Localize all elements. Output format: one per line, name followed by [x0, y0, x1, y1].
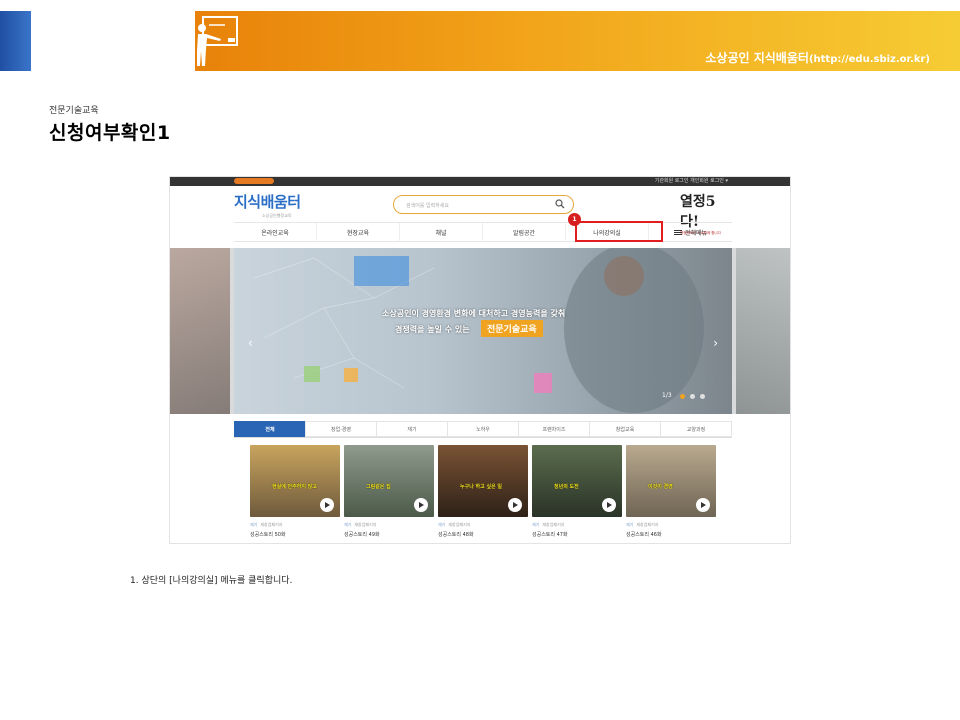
meta-category: 재기 [532, 522, 540, 527]
video-meta: 재기 재창업패키지 [532, 522, 622, 528]
tab-liberal-arts[interactable]: 교양과정 [660, 421, 732, 437]
video-card[interactable]: 이것이 경영 재기 재창업패키지 성공스토리 46화 [626, 445, 716, 543]
header-band: 소상공인 지식배움터(http://edu.sbiz.or.kr) [195, 11, 960, 71]
video-meta: 재기 재창업패키지 [250, 522, 340, 528]
site-url-text: (http://edu.sbiz.or.kr) [808, 54, 930, 65]
login-links[interactable]: 기관회원 로그인 개인회원 로그인 ▾ [655, 177, 728, 186]
slogan-banner: 열정5다! 행정행복이 나와함께 합니다 [680, 191, 732, 235]
meta-tag: 재창업패키지 [636, 522, 659, 527]
video-title[interactable]: 성공스토리 50화 [250, 531, 340, 538]
video-thumbnail[interactable]: 이것이 경영 [626, 445, 716, 517]
video-title[interactable]: 성공스토리 46화 [626, 531, 716, 538]
video-meta: 재기 재창업패키지 [626, 522, 716, 528]
play-icon[interactable] [602, 498, 616, 512]
tab-knowhow[interactable]: 노하우 [447, 421, 518, 437]
meta-category: 재기 [626, 522, 634, 527]
thumbnail-caption: 누구나 하고 싶은 일 [460, 484, 503, 490]
carousel-prev-icon[interactable]: ‹ [248, 336, 253, 350]
carousel-pager: 1/3 [662, 392, 672, 399]
video-thumbnail[interactable]: 현실에 안주하지 않고 [250, 445, 340, 517]
callout-number-badge: 1 [568, 213, 581, 226]
category-tabs: 전체 창업·경영 재기 노하우 프랜차이즈 창업교육 교양과정 [234, 421, 732, 438]
carousel-dot-2[interactable] [690, 394, 695, 399]
play-icon[interactable] [508, 498, 522, 512]
video-thumbnail[interactable]: 청년의 도전 [532, 445, 622, 517]
carousel-dot-1[interactable] [680, 394, 685, 399]
thumbnail-caption: 현실에 안주하지 않고 [272, 484, 317, 490]
nav-all-menu-label: 전체메뉴 [684, 230, 708, 237]
meta-tag: 재창업패키지 [542, 522, 565, 527]
video-card[interactable]: 누구나 하고 싶은 일 재기 재창업패키지 성공스토리 48화 [438, 445, 528, 543]
nav-channel[interactable]: 채널 [400, 223, 483, 242]
meta-category: 재기 [250, 522, 258, 527]
tab-startup-management[interactable]: 창업·경영 [305, 421, 376, 437]
hero-prev-slide-image [170, 248, 230, 414]
video-card-list: 현실에 안주하지 않고 재기 재창업패키지 성공스토리 50화 그림같은 집 재기… [250, 445, 740, 543]
video-meta: 재기 재창업패키지 [438, 522, 528, 528]
utility-bar: 기관회원 로그인 개인회원 로그인 ▾ [170, 177, 790, 186]
nav-field-education[interactable]: 현장교육 [317, 223, 400, 242]
tab-franchise[interactable]: 프랜차이즈 [518, 421, 589, 437]
site-title-text: 소상공인 지식배움터 [705, 51, 809, 65]
video-thumbnail[interactable]: 누구나 하고 싶은 일 [438, 445, 528, 517]
tab-startup-education[interactable]: 창업교육 [589, 421, 660, 437]
hero-slide[interactable]: 소상공인이 경영환경 변화에 대처하고 경영능력을 갖춰 경쟁력을 높일 수 있… [234, 248, 732, 414]
search-input[interactable]: 검색어를 입력하세요 [393, 195, 574, 214]
partner-logo [234, 178, 274, 184]
slide-category: 전문기술교육 [49, 106, 99, 116]
tab-all[interactable]: 전체 [234, 421, 305, 437]
meta-category: 재기 [438, 522, 446, 527]
video-title[interactable]: 성공스토리 49화 [344, 531, 434, 538]
logo-name: 지식배움터 [234, 193, 301, 211]
video-card[interactable]: 청년의 도전 재기 재창업패키지 성공스토리 47화 [532, 445, 622, 543]
hero-headline-line1: 소상공인이 경영환경 변화에 대처하고 경영능력을 갖춰 [382, 309, 566, 318]
search-placeholder: 검색어를 입력하세요 [406, 203, 449, 209]
play-icon[interactable] [414, 498, 428, 512]
header-blue-accent [0, 11, 31, 71]
slide-title: 신청여부확인1 [49, 122, 171, 144]
step-instruction: 1. 상단의 [나의강의실] 메뉴를 클릭합니다. [130, 576, 293, 586]
teacher-board-icon [197, 16, 238, 66]
thumbnail-caption: 그림같은 집 [366, 484, 391, 490]
nav-my-classroom[interactable]: 나의강의실 [566, 223, 649, 242]
main-nav: 온라인교육 현장교육 채널 알림공간 나의강의실 전체메뉴 [234, 222, 732, 242]
meta-tag: 재창업패키지 [448, 522, 471, 527]
meta-tag: 재창업패키지 [260, 522, 283, 527]
logo-subtitle: 소상공인행정교육 [262, 213, 292, 218]
video-meta: 재기 재창업패키지 [344, 522, 434, 528]
nav-notice-space[interactable]: 알림공간 [483, 223, 566, 242]
website-screenshot: 기관회원 로그인 개인회원 로그인 ▾ 지식배움터 소상공인행정교육 검색어를 … [169, 176, 791, 544]
hero-next-slide-image [736, 248, 790, 414]
video-title[interactable]: 성공스토리 47화 [532, 531, 622, 538]
nav-online-education[interactable]: 온라인교육 [234, 223, 317, 242]
carousel-dot-3[interactable] [700, 394, 705, 399]
video-thumbnail[interactable]: 그림같은 집 [344, 445, 434, 517]
tab-restart[interactable]: 재기 [376, 421, 447, 437]
thumbnail-caption: 이것이 경영 [648, 484, 673, 490]
hamburger-icon [673, 230, 682, 235]
hero-highlight-tag: 전문기술교육 [481, 320, 543, 337]
hero-carousel: 소상공인이 경영환경 변화에 대처하고 경영능력을 갖춰 경쟁력을 높일 수 있… [170, 248, 790, 414]
play-icon[interactable] [696, 498, 710, 512]
video-card[interactable]: 현실에 안주하지 않고 재기 재창업패키지 성공스토리 50화 [250, 445, 340, 543]
play-icon[interactable] [320, 498, 334, 512]
thumbnail-caption: 청년의 도전 [554, 484, 579, 490]
video-card[interactable]: 그림같은 집 재기 재창업패키지 성공스토리 49화 [344, 445, 434, 543]
slide-page: 소상공인 지식배움터(http://edu.sbiz.or.kr) 전문기술교육… [0, 0, 960, 720]
video-title[interactable]: 성공스토리 48화 [438, 531, 528, 538]
site-title: 소상공인 지식배움터(http://edu.sbiz.or.kr) [705, 49, 930, 66]
hero-headline-line2: 경쟁력을 높일 수 있는 [395, 325, 470, 334]
nav-all-menu[interactable]: 전체메뉴 [649, 223, 732, 242]
meta-tag: 재창업패키지 [354, 522, 377, 527]
carousel-next-icon[interactable]: › [713, 336, 718, 350]
site-logo[interactable]: 지식배움터 소상공인행정교육 [234, 191, 301, 219]
meta-category: 재기 [344, 522, 352, 527]
search-icon[interactable] [555, 199, 565, 209]
